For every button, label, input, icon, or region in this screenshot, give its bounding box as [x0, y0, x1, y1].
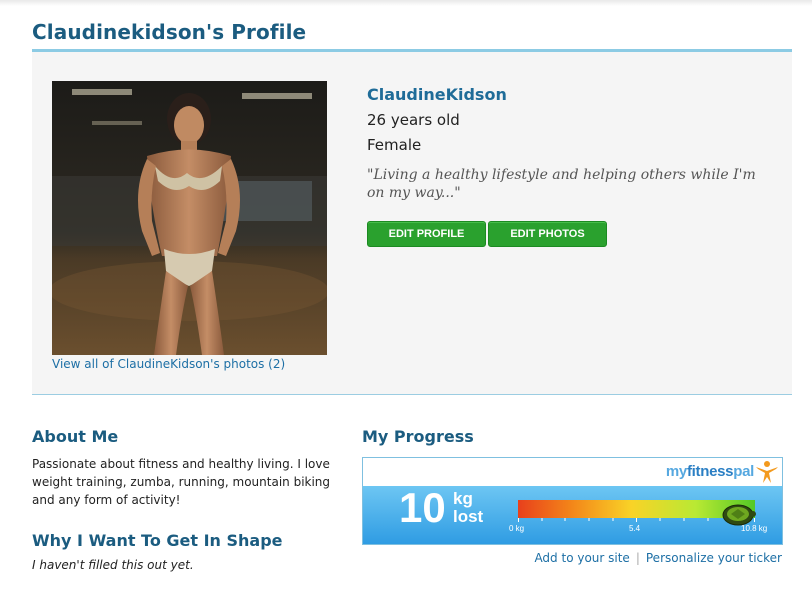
ticker-unit-lost: lost — [453, 507, 484, 526]
gender-text: Female — [367, 136, 422, 154]
profile-quote: "Living a healthy lifestyle and helping … — [367, 167, 756, 201]
profile-photo[interactable] — [52, 81, 327, 355]
logo-part-my: my — [665, 463, 687, 480]
profile-photo-image — [52, 81, 327, 355]
why-heading: Why I Want To Get In Shape — [32, 531, 283, 550]
about-me-heading: About Me — [32, 427, 119, 446]
logo-part-fitness: fitness — [686, 463, 734, 480]
logo-part-pal: pal — [733, 463, 754, 480]
link-separator: | — [635, 551, 640, 565]
jumping-person-icon — [756, 461, 778, 483]
scale-min-label: 0 kg — [509, 524, 525, 533]
scale-mid-label: 5.4 — [629, 524, 641, 533]
edit-profile-button[interactable]: EDIT PROFILE — [367, 221, 486, 247]
why-text: I haven't filled this out yet. — [32, 558, 194, 572]
add-to-site-link[interactable]: Add to your site — [534, 551, 629, 565]
personalize-ticker-link[interactable]: Personalize your ticker — [646, 551, 782, 565]
username-link[interactable]: ClaudineKidson — [367, 85, 507, 104]
my-progress-heading: My Progress — [362, 427, 474, 446]
view-all-photos-link[interactable]: View all of ClaudineKidson's photos (2) — [52, 357, 285, 371]
page-title: Claudinekidson's Profile — [32, 20, 307, 44]
ticker-amount: 10 — [399, 484, 446, 531]
turtle-marker-icon — [722, 504, 757, 526]
ticker-unit: kg lost — [453, 490, 483, 526]
weight-loss-ticker[interactable]: myfitnesspal 10 kg lost 0 kg 5.4 10.8 kg — [362, 457, 783, 545]
age-text: 26 years old — [367, 111, 460, 129]
ticker-unit-kg: kg — [453, 489, 473, 508]
profile-card: View all of ClaudineKidson's photos (2) … — [32, 52, 792, 395]
myfitnesspal-logo: myfitnesspal — [666, 463, 754, 480]
ticker-links: Add to your site | Personalize your ticker — [534, 551, 782, 565]
top-shadow-bar — [0, 0, 812, 6]
edit-photos-button[interactable]: EDIT PHOTOS — [488, 221, 607, 247]
about-me-text: Passionate about fitness and healthy liv… — [32, 457, 331, 507]
